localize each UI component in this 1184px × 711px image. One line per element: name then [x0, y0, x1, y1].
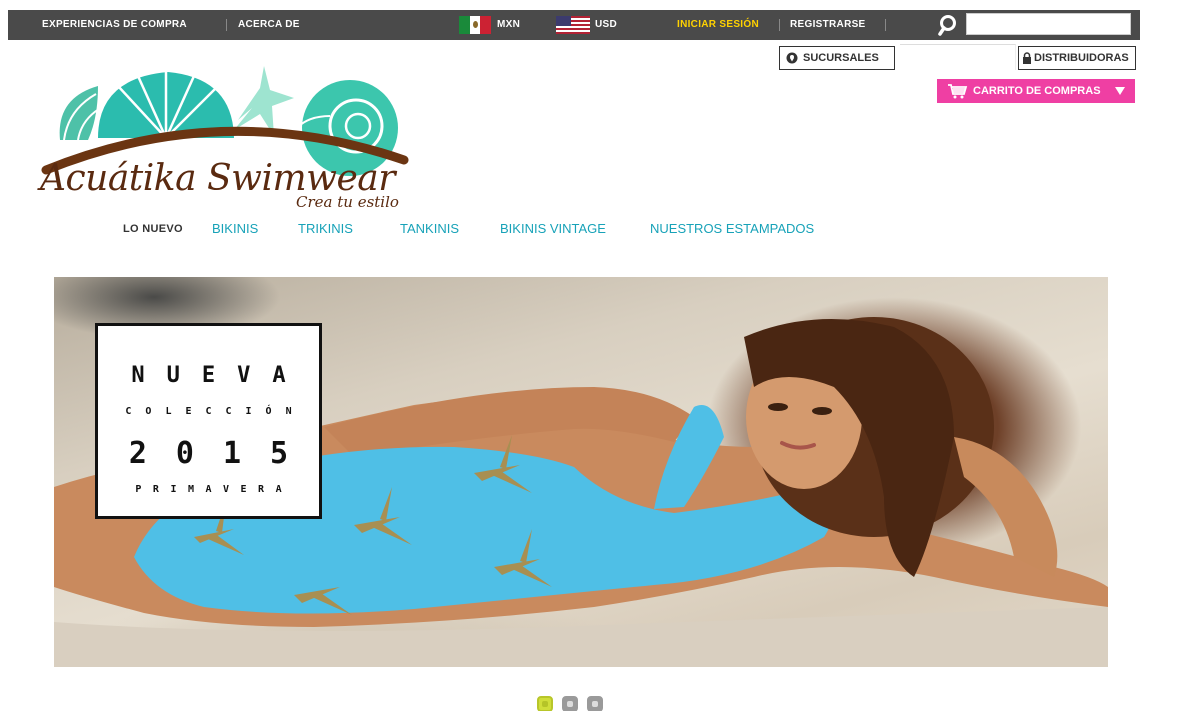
slider-dot-1[interactable] — [537, 696, 553, 711]
divider — [885, 19, 886, 31]
search-icon[interactable] — [938, 14, 960, 36]
register-link[interactable]: REGISTRARSE — [790, 10, 866, 40]
promo-title: NUEVA — [131, 363, 308, 388]
distribuidoras-button[interactable]: DISTRIBUIDORAS — [1018, 46, 1136, 70]
login-link[interactable]: INICIAR SESIÓN — [677, 10, 759, 40]
location-pin-icon — [786, 52, 798, 64]
divider — [900, 44, 1016, 70]
nav-item-nuestros-estampados[interactable]: NUESTROS ESTAMPADOS — [650, 221, 814, 236]
search-input[interactable] — [966, 13, 1131, 35]
currency-usd-link[interactable]: USD — [595, 10, 617, 40]
promo-subtitle: COLECCIÓN — [125, 406, 306, 417]
cart-label: CARRITO DE COMPRAS — [973, 85, 1101, 97]
slider-dot-2[interactable] — [562, 696, 578, 711]
nav-item-tankinis[interactable]: TANKINIS — [400, 221, 459, 236]
nav-item-lo-nuevo[interactable]: LO NUEVO — [123, 223, 183, 235]
promo-year: 2015 — [128, 436, 318, 471]
brand-tagline: Crea tu estilo — [296, 193, 399, 211]
sucursales-button[interactable]: SUCURSALES — [779, 46, 895, 70]
nav-item-trikinis[interactable]: TRIKINIS — [298, 221, 353, 236]
shopping-cart-icon — [947, 83, 969, 99]
cart-button[interactable]: CARRITO DE COMPRAS — [937, 79, 1135, 103]
experiencias-link[interactable]: EXPERIENCIAS DE COMPRA — [42, 10, 187, 40]
usa-flag-icon[interactable] — [556, 16, 590, 34]
lock-icon — [1022, 52, 1032, 64]
sucursales-label: SUCURSALES — [803, 52, 879, 64]
currency-mxn-link[interactable]: MXN — [497, 10, 520, 40]
divider — [779, 19, 780, 31]
nav-item-bikinis-vintage[interactable]: BIKINIS VINTAGE — [500, 221, 606, 236]
promo-season: PRIMAVERA — [135, 484, 294, 495]
acerca-link[interactable]: ACERCA DE — [238, 10, 300, 40]
distribuidoras-label: DISTRIBUIDORAS — [1034, 52, 1129, 64]
nav-item-bikinis[interactable]: BIKINIS — [212, 221, 258, 236]
divider — [226, 19, 227, 31]
slider-dot-3[interactable] — [587, 696, 603, 711]
chevron-down-icon — [1115, 87, 1125, 95]
promo-collection-box[interactable]: NUEVA COLECCIÓN 2015 PRIMAVERA — [95, 323, 322, 519]
mexico-flag-icon[interactable] — [459, 16, 492, 34]
